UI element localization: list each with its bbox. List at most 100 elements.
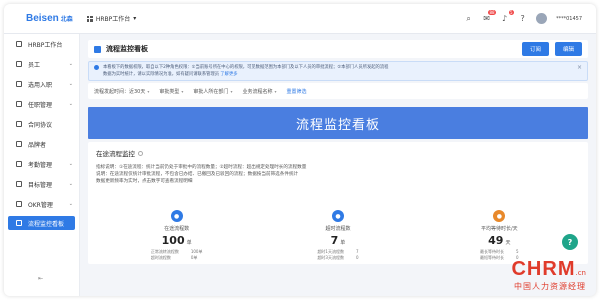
watermark: CHRM.cn 中国人力资源经理 [511, 258, 586, 292]
watermark-suffix: .cn [575, 269, 586, 277]
search-icon[interactable]: ⌕ [464, 14, 473, 23]
bell-icon[interactable]: ♪ 5 [500, 10, 515, 23]
sidebar-item-label: 目标管理 [28, 181, 53, 189]
sidebar-item[interactable]: 品牌者 [4, 134, 79, 154]
dashboard-banner: 流程监控看板 [88, 107, 588, 139]
stat-card[interactable]: ● 超时流程数 7 单超时1天流程数 7 超时3天流程数 0 [283, 210, 393, 261]
workspace-label: HRBP工作台 [95, 16, 131, 23]
sidebar-item[interactable]: 选用入职 ⌄ [4, 74, 79, 94]
question-icon[interactable] [138, 150, 143, 156]
stat-icon: ● [493, 210, 506, 222]
menu-icon [16, 220, 22, 226]
stat-label: 在途流程数 [164, 226, 190, 232]
menu-icon [16, 81, 22, 87]
chevron-down-icon: ▾ [133, 15, 137, 22]
page-header: 流程监控看板 订阅 编辑 [88, 40, 588, 58]
desc-line-1: 指标说明：①在途流程：统计当前仍处于审批中的流程数量；②超时流程：超出规定处理时… [96, 165, 307, 170]
help-float-button[interactable]: ? [562, 234, 578, 250]
chevron-down-icon: ⌄ [68, 161, 73, 167]
sidebar-item-label: 品牌者 [28, 141, 47, 149]
chevron-down-icon: ▾ [147, 88, 150, 94]
stat-value: 49 [488, 234, 504, 247]
subscribe-button[interactable]: 订阅 [521, 42, 549, 56]
collapse-icon[interactable]: ⇤ [38, 275, 43, 282]
watermark-sub: 中国人力资源经理 [514, 282, 586, 291]
section-title: 在途流程监控 [96, 148, 580, 158]
stat-unit: 单 [340, 240, 346, 246]
stat-breakdown: 正常流转流程数 100单 超时流程数 0单 [151, 249, 203, 261]
breakdown-label: 最短等待时长 [480, 255, 505, 260]
sidebar-item[interactable]: 员工 ⌄ [4, 54, 79, 74]
message-icon[interactable]: ✉ 88 [482, 10, 497, 23]
sidebar-item-label: 考勤管理 [28, 161, 53, 169]
watermark-main: CHRM [511, 258, 576, 280]
brand-name: Beisen [26, 13, 59, 24]
sidebar-item[interactable]: HRBP工作台 [4, 34, 79, 54]
breakdown-label: 超时3天流程数 [317, 255, 344, 260]
desc-line-2: 说明：在途流程仅统计审批流程，不包含已办结、已撤回及已驳回的流程；数据按当前筛选… [96, 172, 299, 177]
stat-label: 平均等待时长/天 [480, 226, 518, 232]
stat-unit: 单 [186, 240, 192, 246]
reset-filter-link[interactable]: 重置筛选 [286, 88, 306, 95]
breakdown-label: 超时流程数 [150, 255, 171, 260]
dashboard-icon [94, 45, 101, 53]
brand-logo[interactable]: Beisen 北森 [26, 13, 73, 24]
chevron-down-icon: ⌄ [68, 181, 73, 187]
close-icon[interactable]: × [577, 64, 582, 71]
filter-label: 流程发起时间：近30天 [94, 88, 146, 95]
chevron-down-icon: ▾ [230, 88, 233, 94]
filter-dropdown[interactable]: 审批类型 ▾ [159, 88, 183, 95]
sidebar-item[interactable]: 流程监控看板 [8, 216, 75, 230]
notice-link[interactable]: 了解更多 [220, 72, 237, 77]
stat-card[interactable]: ● 平均等待时长/天 49 天最长等待时长 5 最短等待时长 0 [444, 210, 554, 261]
sidebar-item[interactable]: OKR管理 ⌄ [4, 194, 79, 214]
stat-value: 7 [330, 234, 339, 247]
filter-list: 流程发起时间：近30天 ▾ 审批类型 ▾ 审批人所在部门 ▾ 业务流程名称 ▾ [94, 88, 276, 95]
menu-icon [16, 201, 22, 207]
filter-dropdown[interactable]: 审批人所在部门 ▾ [193, 88, 232, 95]
filter-bar: 流程发起时间：近30天 ▾ 审批类型 ▾ 审批人所在部门 ▾ 业务流程名称 ▾ 重置筛选 [88, 83, 588, 99]
sidebar-item[interactable]: 目标管理 ⌄ [4, 174, 79, 194]
stat-cards: ● 在途流程数 100 单正常流转流程数 100单 超时流程数 0单 ● 超时流程数 7 单超时1天… [96, 210, 580, 261]
filter-dropdown[interactable]: 流程发起时间：近30天 ▾ [94, 88, 149, 95]
section-description: 指标说明：①在途流程：统计当前仍处于审批中的流程数量；②超时流程：超出规定处理时… [96, 164, 580, 185]
breakdown-value: 0 [355, 255, 359, 260]
avatar[interactable] [536, 13, 548, 24]
sidebar-item-label: 流程监控看板 [28, 220, 65, 228]
menu-icon [16, 121, 22, 127]
user-name[interactable]: ****01457 [556, 16, 582, 22]
stat-unit: 天 [505, 240, 511, 246]
sidebar-list: HRBP工作台员工 ⌄ 选用入职 ⌄ 任职管理 ⌄ 合同协议品牌者考勤管理 ⌄ 目标管理 ⌄ OKR… [4, 34, 79, 230]
menu-icon [16, 41, 22, 47]
stat-icon: ● [170, 210, 183, 222]
grid-icon [86, 15, 93, 22]
menu-icon [16, 101, 22, 107]
chevron-down-icon: ⌄ [68, 101, 73, 107]
message-badge: 88 [488, 10, 497, 15]
workspace-switcher[interactable]: HRBP工作台 ▾ [86, 14, 137, 23]
help-icon[interactable]: ? [518, 14, 527, 23]
sidebar-item[interactable]: 任职管理 ⌄ [4, 94, 79, 114]
sidebar: HRBP工作台员工 ⌄ 选用入职 ⌄ 任职管理 ⌄ 合同协议品牌者考勤管理 ⌄ 目标管理 ⌄ OKR… [4, 34, 80, 296]
menu-icon [16, 61, 22, 67]
sidebar-item[interactable]: 考勤管理 ⌄ [4, 154, 79, 174]
filter-label: 审批类型 [159, 88, 180, 95]
monitor-panel: 在途流程监控 指标说明：①在途流程：统计当前仍处于审批中的流程数量；②超时流程：… [88, 142, 588, 264]
filter-dropdown[interactable]: 业务流程名称 ▾ [242, 88, 276, 95]
top-bar: Beisen 北森 HRBP工作台 ▾ ⌕ ✉ 88 ♪ 5 ? ****01457 [4, 4, 596, 34]
menu-icon [16, 141, 22, 147]
top-actions: ⌕ ✉ 88 ♪ 5 ? ****01457 [464, 10, 582, 24]
sidebar-item-label: HRBP工作台 [28, 41, 63, 49]
sidebar-item-label: 任职管理 [28, 101, 53, 109]
chevron-down-icon: ⌄ [68, 81, 73, 87]
sidebar-item[interactable]: 合同协议 [4, 114, 79, 134]
edit-button[interactable]: 编辑 [554, 42, 582, 56]
sidebar-item-label: 选用入职 [28, 81, 53, 89]
stat-card[interactable]: ● 在途流程数 100 单正常流转流程数 100单 超时流程数 0单 [122, 210, 232, 261]
stat-value: 100 [161, 234, 185, 247]
info-icon [94, 65, 99, 70]
header-buttons: 订阅 编辑 [521, 42, 582, 56]
banner-title: 流程监控看板 [295, 117, 380, 133]
breakdown-value: 0单 [190, 255, 198, 260]
app-window: Beisen 北森 HRBP工作台 ▾ ⌕ ✉ 88 ♪ 5 ? ****01457… [4, 4, 596, 296]
